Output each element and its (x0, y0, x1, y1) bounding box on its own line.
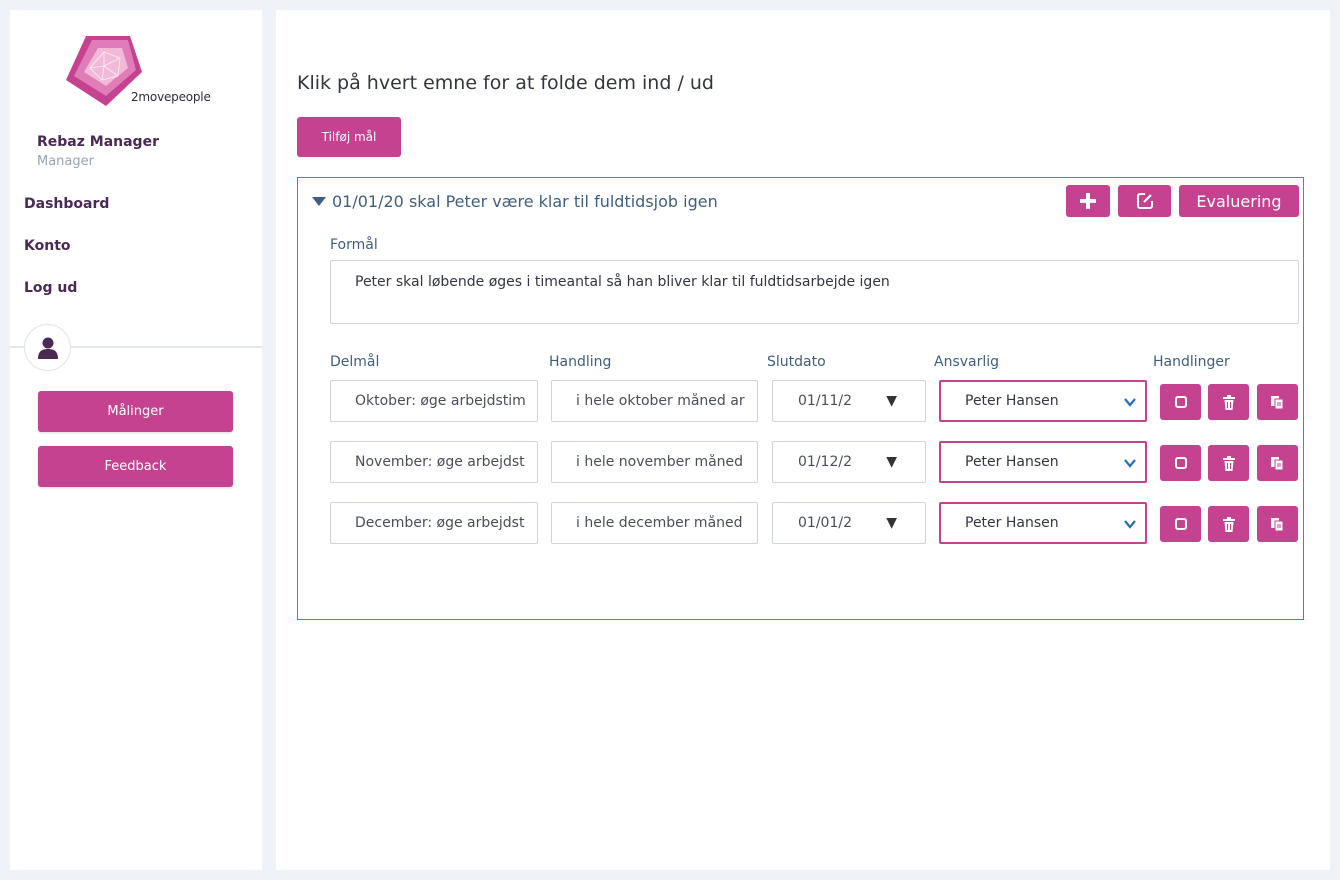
purpose-label: Formål (330, 237, 378, 253)
column-header-action: Handling (549, 354, 612, 370)
complete-subgoal-button[interactable] (1160, 445, 1201, 481)
nav-item-dashboard[interactable]: Dashboard (24, 196, 109, 212)
copy-icon (1271, 517, 1284, 531)
copy-subgoal-button[interactable] (1257, 384, 1298, 420)
date-dropdown-icon[interactable]: ▼ (886, 515, 897, 531)
user-name: Rebaz Manager (37, 134, 159, 150)
trash-icon (1222, 516, 1235, 532)
copy-subgoal-button[interactable] (1257, 506, 1298, 542)
subgoal-input-field[interactable] (355, 454, 537, 470)
goal-title: 01/01/20 skal Peter være klar til fuldti… (332, 192, 718, 211)
square-icon (1174, 518, 1187, 530)
date-dropdown-icon[interactable]: ▼ (886, 454, 897, 470)
responsible-value: Peter Hansen (965, 515, 1059, 531)
complete-subgoal-button[interactable] (1160, 384, 1201, 420)
responsible-value: Peter Hansen (965, 454, 1059, 470)
end-date-input[interactable]: 01/01/2 ▼ (772, 502, 926, 544)
logo (64, 34, 224, 120)
end-date-value: 01/11/2 (798, 393, 852, 409)
trash-icon (1222, 394, 1235, 410)
delete-subgoal-button[interactable] (1208, 506, 1249, 542)
action-input-field[interactable] (576, 393, 757, 409)
delete-subgoal-button[interactable] (1208, 384, 1249, 420)
responsible-select[interactable]: Peter Hansen (939, 441, 1147, 483)
nav-item-log-ud[interactable]: Log ud (24, 280, 77, 296)
square-icon (1174, 396, 1187, 408)
main-content: Klik på hvert emne for at folde dem ind … (276, 10, 1330, 870)
end-date-value: 01/12/2 (798, 454, 852, 470)
edit-goal-button[interactable] (1118, 185, 1171, 217)
action-input[interactable] (551, 380, 758, 422)
column-header-actions: Handlinger (1153, 354, 1230, 370)
user-icon (37, 337, 58, 359)
end-date-input[interactable]: 01/11/2 ▼ (772, 380, 926, 422)
evaluation-button[interactable]: Evaluering (1179, 185, 1299, 217)
subgoal-input[interactable] (330, 380, 538, 422)
copy-subgoal-button[interactable] (1257, 445, 1298, 481)
copy-icon (1271, 456, 1284, 470)
complete-subgoal-button[interactable] (1160, 506, 1201, 542)
plus-icon (1080, 193, 1096, 209)
chevron-down-icon (1124, 459, 1136, 468)
feedback-button[interactable]: Feedback (38, 446, 233, 487)
nav-item-konto[interactable]: Konto (24, 238, 71, 254)
avatar[interactable] (24, 324, 71, 371)
subgoal-input[interactable] (330, 502, 538, 544)
user-role: Manager (37, 154, 94, 169)
trash-icon (1222, 455, 1235, 471)
column-header-end-date: Slutdato (767, 354, 826, 370)
add-goal-button[interactable]: Tilføj mål (297, 117, 401, 157)
purpose-field[interactable]: Peter skal løbende øges i timeantal så h… (330, 260, 1299, 324)
caret-down-icon (312, 197, 326, 206)
page-heading: Klik på hvert emne for at folde dem ind … (297, 72, 714, 94)
action-input[interactable] (551, 502, 758, 544)
responsible-value: Peter Hansen (965, 393, 1059, 409)
goal-toggle[interactable]: 01/01/20 skal Peter være klar til fuldti… (312, 192, 718, 211)
end-date-value: 01/01/2 (798, 515, 852, 531)
subgoal-input-field[interactable] (355, 393, 537, 409)
action-input-field[interactable] (576, 515, 757, 531)
goal-card: 01/01/20 skal Peter være klar til fuldti… (297, 177, 1304, 620)
chevron-down-icon (1124, 520, 1136, 529)
action-input-field[interactable] (576, 454, 757, 470)
copy-icon (1271, 395, 1284, 409)
column-header-subgoal: Delmål (330, 354, 380, 370)
subgoal-input[interactable] (330, 441, 538, 483)
subgoal-input-field[interactable] (355, 515, 537, 531)
measurements-button[interactable]: Målinger (38, 391, 233, 432)
logo-text: 2movepeople (131, 90, 211, 104)
add-subgoal-button[interactable] (1066, 185, 1110, 217)
responsible-select[interactable]: Peter Hansen (939, 380, 1147, 422)
action-input[interactable] (551, 441, 758, 483)
edit-icon (1136, 193, 1153, 209)
square-icon (1174, 457, 1187, 469)
sidebar: 2movepeople Rebaz Manager Manager Dashbo… (10, 10, 262, 870)
date-dropdown-icon[interactable]: ▼ (886, 393, 897, 409)
delete-subgoal-button[interactable] (1208, 445, 1249, 481)
column-header-responsible: Ansvarlig (934, 354, 1000, 370)
responsible-select[interactable]: Peter Hansen (939, 502, 1147, 544)
chevron-down-icon (1124, 398, 1136, 407)
end-date-input[interactable]: 01/12/2 ▼ (772, 441, 926, 483)
